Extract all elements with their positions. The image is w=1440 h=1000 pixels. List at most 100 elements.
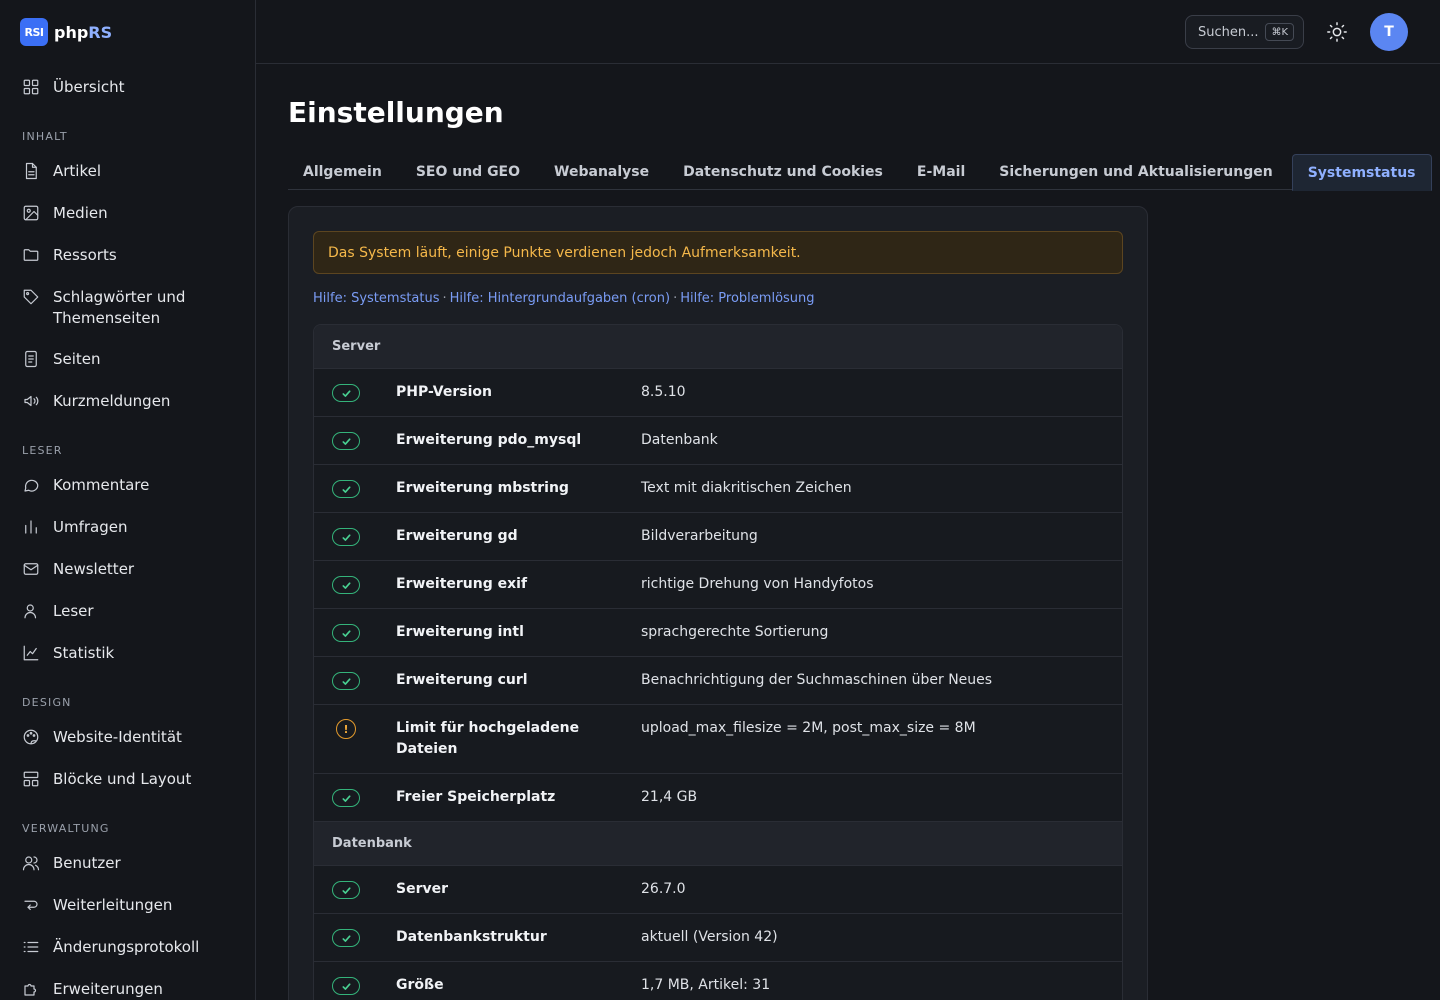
tab-systemstatus[interactable]: Systemstatus [1291,154,1432,191]
link-separator: · [673,291,678,306]
row-label: Freier Speicherplatz [396,789,556,805]
speaker-icon [22,392,40,410]
check-icon [332,480,360,498]
table-row: PHP-Version 8.5.10 [314,369,1122,417]
tab-sicherungen-und-aktualisierungen[interactable]: Sicherungen und Aktualisierungen [984,154,1287,190]
check-icon [332,672,360,690]
tab-seo-und-geo[interactable]: SEO und GEO [401,154,535,190]
table-row: Erweiterung curl Benachrichtigung der Su… [314,657,1122,705]
sidebar-item-weiterleitungen[interactable]: Weiterleitungen [0,885,255,927]
group-header: Datenbank [314,822,1122,866]
comment-icon [22,476,40,494]
status-cell [314,975,396,995]
puzzle-icon [22,980,40,998]
status-table: Server PHP-Version 8.5.10 Erweiterung pd… [313,324,1123,1000]
row-label: Server [396,881,449,897]
sidebar-item-statistik[interactable]: Statistik [0,633,255,675]
table-row: Server 26.7.0 [314,866,1122,914]
status-cell [314,526,396,546]
search-button[interactable]: Suchen... ⌘K [1185,15,1304,49]
users-icon [22,854,40,872]
sidebar-item-änderungsprotokoll[interactable]: Änderungsprotokoll [0,927,255,969]
sidebar-item-umfragen[interactable]: Umfragen [0,507,255,549]
row-value: aktuell (Version 42) [641,929,778,945]
sidebar-item-medien[interactable]: Medien [0,193,255,235]
theme-toggle-sun-icon[interactable] [1326,21,1348,43]
row-value: 21,4 GB [641,789,698,805]
help-link[interactable]: Hilfe: Hintergrundaufgaben (cron) [450,291,670,306]
row-value: 8.5.10 [641,384,686,400]
sidebar-item-label: Weiterleitungen [53,896,173,914]
sidebar-item-label: Übersicht [53,78,125,96]
sidebar-item-website-identität[interactable]: Website-Identität [0,717,255,759]
help-link[interactable]: Hilfe: Systemstatus [313,291,440,306]
row-value: sprachgerechte Sortierung [641,624,829,640]
row-label: Datenbankstruktur [396,929,547,945]
sidebar-item-ressorts[interactable]: Ressorts [0,235,255,277]
group-header: Server [314,325,1122,369]
row-value: Benachrichtigung der Suchmaschinen über … [641,672,993,688]
tab-webanalyse[interactable]: Webanalyse [539,154,664,190]
row-label: Größe [396,977,444,993]
check-icon [332,576,360,594]
table-row: Erweiterung exif richtige Drehung von Ha… [314,561,1122,609]
sidebar-item-label: Medien [53,204,108,222]
sidebar-item-erweiterungen[interactable]: Erweiterungen [0,969,255,1000]
row-value: upload_max_filesize = 2M, post_max_size … [641,720,976,736]
sidebar-section-inhalt: INHALT [22,130,68,143]
system-status-panel: Das System läuft, einige Punkte verdiene… [288,206,1148,1000]
settings-tabs: Allgemein SEO und GEO Webanalyse Datenschut… [288,154,1432,191]
sidebar-item-leser[interactable]: Leser [0,591,255,633]
sidebar-item-label: Änderungsprotokoll [53,938,200,956]
sidebar-section-verwaltung: VERWALTUNG [22,822,110,835]
row-label: Erweiterung pdo_mysql [396,432,582,448]
row-value: Text mit diakritischen Zeichen [641,480,852,496]
sidebar-item-label: Umfragen [53,518,128,536]
table-row: Größe 1,7 MB, Artikel: 31 [314,962,1122,1000]
row-label: Erweiterung mbstring [396,480,569,496]
sidebar-item-label: Erweiterungen [53,980,163,998]
row-label: PHP-Version [396,384,492,400]
row-label: Erweiterung curl [396,672,528,688]
sidebar-item-kommentare[interactable]: Kommentare [0,465,255,507]
layout-icon [22,770,40,788]
sidebar-item-seiten[interactable]: Seiten [0,339,255,381]
sidebar-item-artikel[interactable]: Artikel [0,151,255,193]
sidebar-item-blöcke-und-layout[interactable]: Blöcke und Layout [0,759,255,801]
poll-icon [22,518,40,536]
link-separator: · [442,291,447,306]
sidebar-item-benutzer[interactable]: Benutzer [0,843,255,885]
table-row: Erweiterung gd Bildverarbeitung [314,513,1122,561]
tag-icon [22,288,40,306]
status-cell [314,927,396,947]
logo-badge: RSI [20,18,48,46]
table-row: Erweiterung pdo_mysql Datenbank [314,417,1122,465]
check-icon [332,384,360,402]
tab-e-mail[interactable]: E-Mail [902,154,980,190]
row-label: Erweiterung gd [396,528,518,544]
sidebar-item-schlagwörter-und-themenseiten[interactable]: Schlagwörter und Themenseiten [0,277,255,339]
table-row: Erweiterung intl sprachgerechte Sortieru… [314,609,1122,657]
chart-icon [22,644,40,662]
sidebar-item-newsletter[interactable]: Newsletter [0,549,255,591]
sidebar-item-übersicht[interactable]: Übersicht [0,67,255,109]
sidebar-item-label: Leser [53,602,94,620]
sidebar-item-kurzmeldungen[interactable]: Kurzmeldungen [0,381,255,423]
mail-icon [22,560,40,578]
brand[interactable]: RSI phpRS [0,0,255,64]
help-link[interactable]: Hilfe: Problemlösung [680,291,814,306]
tab-datenschutz-und-cookies[interactable]: Datenschutz und Cookies [668,154,898,190]
sidebar: RSI phpRS Übersicht INHALT Artikel Medie… [0,0,256,1000]
row-label: Limit für hochgeladene Dateien [396,720,580,757]
help-links: Hilfe: Systemstatus · Hilfe: Hintergrundau… [313,291,815,306]
status-cell [314,622,396,642]
avatar[interactable]: T [1370,13,1408,51]
user-icon [22,602,40,620]
search-label: Suchen... [1198,24,1259,40]
status-cell: ! [314,718,396,739]
row-label: Erweiterung intl [396,624,524,640]
table-row: Freier Speicherplatz 21,4 GB [314,774,1122,822]
sidebar-item-label: Blöcke und Layout [53,770,192,788]
tab-allgemein[interactable]: Allgemein [288,154,397,190]
sidebar-item-label: Seiten [53,350,101,368]
